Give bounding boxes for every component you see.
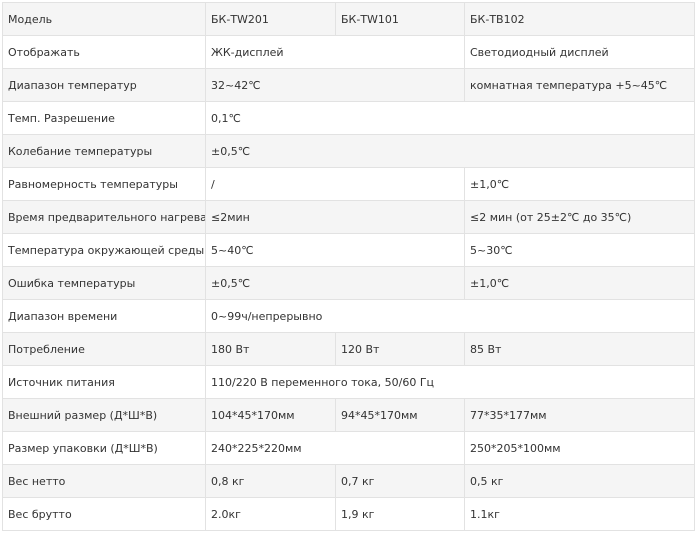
table-cell: ≤2мин <box>205 200 465 234</box>
table-row: Потребление 180 Вт 120 Вт 85 Вт <box>2 332 695 366</box>
table-cell: 1.1кг <box>464 497 695 531</box>
row-label: Потребление <box>2 332 206 366</box>
row-label: Темп. Разрешение <box>2 101 206 135</box>
row-label: Диапазон температур <box>2 68 206 102</box>
table-cell: Светодиодный дисплей <box>464 35 695 69</box>
table-cell: 77*35*177мм <box>464 398 695 432</box>
table-cell: 2.0кг <box>205 497 336 531</box>
table-cell: 0,8 кг <box>205 464 336 498</box>
table-row: Внешний размер (Д*Ш*В) 104*45*170мм 94*45*… <box>2 398 695 432</box>
row-label: Вес брутто <box>2 497 206 531</box>
row-label: Диапазон времени <box>2 299 206 333</box>
table-cell: 5~30℃ <box>464 233 695 267</box>
table-cell: 0~99ч/непрерывно <box>205 299 695 333</box>
table-cell: ±0,5℃ <box>205 266 465 300</box>
table-row: Модель БК-TW201 БК-TW101 БК-TB102 <box>2 2 695 36</box>
row-label: Отображать <box>2 35 206 69</box>
table-cell: ±1,0℃ <box>464 167 695 201</box>
table-cell: 85 Вт <box>464 332 695 366</box>
table-row: Колебание температуры ±0,5℃ <box>2 134 695 168</box>
table-cell: ≤2 мин (от 25±2℃ до 35℃) <box>464 200 695 234</box>
row-label: Температура окружающей среды <box>2 233 206 267</box>
row-label: Колебание температуры <box>2 134 206 168</box>
table-cell: 104*45*170мм <box>205 398 336 432</box>
table-cell: 250*205*100мм <box>464 431 695 465</box>
table-row: Источник питания 110/220 В переменного то… <box>2 365 695 399</box>
spec-table-body: Модель БК-TW201 БК-TW101 БК-TB102 Отображать… <box>2 2 695 531</box>
table-cell: комнатная температура +5~45℃ <box>464 68 695 102</box>
table-row: Темп. Разрешение 0,1℃ <box>2 101 695 135</box>
table-cell: ЖК-дисплей <box>205 35 465 69</box>
spec-table: Модель БК-TW201 БК-TW101 БК-TB102 Отображать… <box>2 2 695 531</box>
table-cell: 0,7 кг <box>335 464 465 498</box>
table-cell: БК-TW201 <box>205 2 336 36</box>
row-label: Размер упаковки (Д*Ш*В) <box>2 431 206 465</box>
table-cell: БК-TW101 <box>335 2 465 36</box>
table-row: Ошибка температуры ±0,5℃ ±1,0℃ <box>2 266 695 300</box>
row-label: Ошибка температуры <box>2 266 206 300</box>
table-cell: 5~40℃ <box>205 233 465 267</box>
table-row: Диапазон температур 32~42℃ комнатная темпе… <box>2 68 695 102</box>
table-cell: 240*225*220мм <box>205 431 465 465</box>
table-row: Диапазон времени 0~99ч/непрерывно <box>2 299 695 333</box>
table-row: Размер упаковки (Д*Ш*В) 240*225*220мм 250*… <box>2 431 695 465</box>
table-cell: 180 Вт <box>205 332 336 366</box>
table-cell: 110/220 В переменного тока, 50/60 Гц <box>205 365 695 399</box>
table-row: Время предварительного нагрева ≤2мин ≤2 ми… <box>2 200 695 234</box>
table-cell: 32~42℃ <box>205 68 465 102</box>
table-row: Вес брутто 2.0кг 1,9 кг 1.1кг <box>2 497 695 531</box>
row-label: Внешний размер (Д*Ш*В) <box>2 398 206 432</box>
table-row: Температура окружающей среды 5~40℃ 5~30℃ <box>2 233 695 267</box>
table-cell: 0,1℃ <box>205 101 695 135</box>
table-cell: / <box>205 167 465 201</box>
table-cell: ±0,5℃ <box>205 134 695 168</box>
table-row: Вес нетто 0,8 кг 0,7 кг 0,5 кг <box>2 464 695 498</box>
row-label: Время предварительного нагрева <box>2 200 206 234</box>
table-cell: БК-TB102 <box>464 2 695 36</box>
row-label: Источник питания <box>2 365 206 399</box>
table-row: Равномерность температуры / ±1,0℃ <box>2 167 695 201</box>
row-label: Равномерность температуры <box>2 167 206 201</box>
table-cell: ±1,0℃ <box>464 266 695 300</box>
row-label: Модель <box>2 2 206 36</box>
table-cell: 120 Вт <box>335 332 465 366</box>
table-row: Отображать ЖК-дисплей Светодиодный дисплей <box>2 35 695 69</box>
table-cell: 0,5 кг <box>464 464 695 498</box>
table-cell: 94*45*170мм <box>335 398 465 432</box>
row-label: Вес нетто <box>2 464 206 498</box>
table-cell: 1,9 кг <box>335 497 465 531</box>
